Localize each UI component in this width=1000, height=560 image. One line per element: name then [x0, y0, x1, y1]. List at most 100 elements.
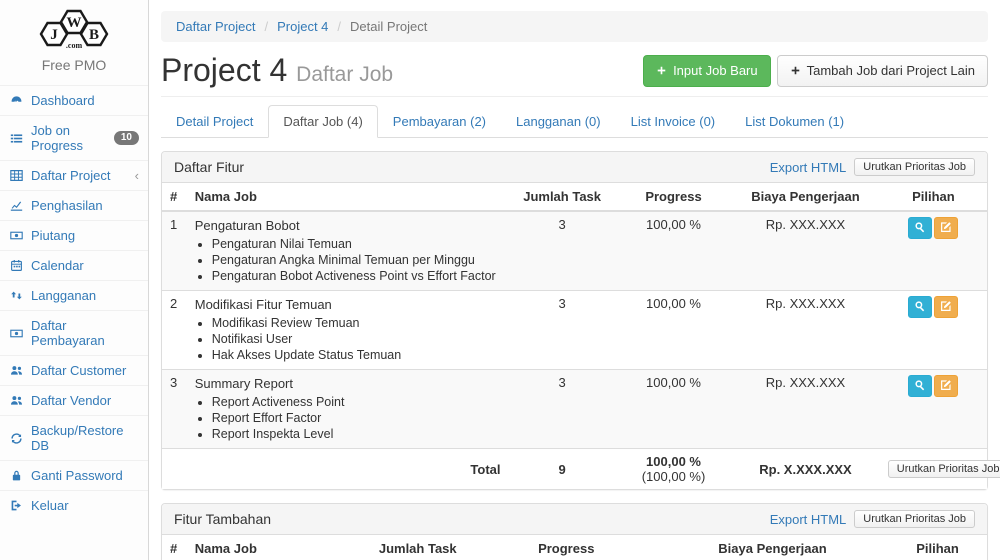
job-table: #Nama JobJumlah TaskProgressBiaya Penger… — [162, 535, 987, 560]
job-subtask-item: Pengaturan Angka Minimal Temuan per Ming… — [212, 252, 501, 268]
edit-job-button[interactable] — [934, 217, 958, 239]
breadcrumb-item-daftar-project[interactable]: Daftar Project — [176, 19, 255, 34]
edit-job-button[interactable] — [934, 296, 958, 318]
search-icon — [914, 300, 926, 315]
sort-priority-button[interactable]: Urutkan Prioritas Job — [854, 158, 975, 176]
sidebar-item-daftar-project[interactable]: Daftar Project ‹ — [0, 160, 148, 190]
sidebar-item-langganan[interactable]: Langganan — [0, 280, 148, 310]
sidebar-item-dashboard[interactable]: Dashboard — [0, 85, 148, 115]
column-header-nama-job: Nama Job — [187, 183, 509, 211]
sidebar-menu: DashboardJob on Progress10Daftar Project… — [0, 85, 148, 520]
chevron-left-icon: ‹ — [135, 169, 139, 182]
page-title-main: Project 4 — [161, 52, 287, 88]
progress-cell: 100,00 % — [616, 211, 732, 291]
view-job-button[interactable] — [908, 296, 932, 318]
job-name-cell: Pengaturan BobotPengaturan Nilai TemuanP… — [187, 211, 509, 291]
sort-priority-button[interactable]: Urutkan Prioritas Job — [888, 460, 1000, 478]
column-header-biaya-pengerjaan: Biaya Pengerjaan — [731, 183, 880, 211]
job-subtask-item: Report Activeness Point — [212, 394, 501, 410]
sidebar-item-label: Daftar Pembayaran — [31, 318, 139, 348]
plus-icon — [790, 65, 801, 76]
export-html-link[interactable]: Export HTML — [770, 512, 847, 527]
jwb-logo-icon: JWB.com — [26, 6, 122, 52]
total-cost: Rp. X.XXX.XXX — [731, 449, 880, 490]
export-html-link[interactable]: Export HTML — [770, 160, 847, 175]
sidebar-item-label: Keluar — [31, 498, 69, 513]
sidebar-item-daftar-customer[interactable]: Daftar Customer — [0, 355, 148, 385]
sidebar-item-label: Daftar Customer — [31, 363, 126, 378]
sidebar-item-label: Daftar Project — [31, 168, 110, 183]
view-job-button[interactable] — [908, 217, 932, 239]
progress-cell: 100,00 % — [616, 370, 732, 449]
panels-container: Daftar FiturExport HTMLUrutkan Prioritas… — [161, 151, 988, 560]
page-header: Project 4 Daftar Job Input Job Baru Tamba… — [161, 51, 988, 97]
edit-icon — [940, 221, 952, 236]
total-empty-cell — [162, 449, 187, 490]
sidebar-item-piutang[interactable]: Piutang — [0, 220, 148, 250]
sidebar-item-backup-restore-db[interactable]: Backup/Restore DB — [0, 415, 148, 460]
panel-heading-tools: Export HTML Urutkan Prioritas Job — [770, 158, 975, 176]
sign-out-icon — [9, 499, 24, 513]
column-header-biaya-pengerjaan: Biaya Pengerjaan — [657, 535, 888, 560]
plus-icon — [656, 65, 667, 76]
cost-cell: Rp. XXX.XXX — [731, 291, 880, 370]
input-job-baru-button[interactable]: Input Job Baru — [643, 55, 771, 87]
svg-text:J: J — [50, 27, 58, 43]
tab-langganan-0[interactable]: Langganan (0) — [501, 105, 616, 138]
calendar-icon — [9, 259, 24, 273]
lock-icon — [9, 469, 24, 483]
tab-detail-project[interactable]: Detail Project — [161, 105, 268, 138]
gauge-icon — [9, 94, 24, 108]
sort-priority-button[interactable]: Urutkan Prioritas Job — [854, 510, 975, 528]
column-header-progress: Progress — [616, 183, 732, 211]
tambah-job-dari-project-lain-button[interactable]: Tambah Job dari Project Lain — [777, 55, 988, 87]
job-subtask-list: Modifikasi Review TemuanNotifikasi UserH… — [195, 315, 501, 363]
column-header-jumlah-task: Jumlah Task — [360, 535, 476, 560]
sidebar-item-daftar-pembayaran[interactable]: Daftar Pembayaran — [0, 310, 148, 355]
actions-cell — [880, 291, 987, 370]
sidebar-item-keluar[interactable]: Keluar — [0, 490, 148, 520]
sidebar: JWB.com Free PMO DashboardJob on Progres… — [0, 0, 149, 560]
job-subtask-item: Modifikasi Review Temuan — [212, 315, 501, 331]
table-header-row: #Nama JobJumlah TaskProgressBiaya Penger… — [162, 183, 987, 211]
tab-pembayaran-2[interactable]: Pembayaran (2) — [378, 105, 501, 138]
sidebar-item-ganti-password[interactable]: Ganti Password — [0, 460, 148, 490]
task-count-cell: 3 — [509, 291, 616, 370]
money-icon — [9, 326, 24, 340]
sidebar-item-calendar[interactable]: Calendar — [0, 250, 148, 280]
column-header-pilihan: Pilihan — [880, 183, 987, 211]
job-name: Pengaturan Bobot — [195, 217, 501, 234]
tab-daftar-job-4[interactable]: Daftar Job (4) — [268, 105, 377, 138]
actions-cell — [880, 370, 987, 449]
users-icon — [9, 364, 24, 378]
search-icon — [914, 221, 926, 236]
table-row: 2Modifikasi Fitur TemuanModifikasi Revie… — [162, 291, 987, 370]
progress-cell: 100,00 % — [616, 291, 732, 370]
sidebar-item-label: Calendar — [31, 258, 84, 273]
edit-job-button[interactable] — [934, 375, 958, 397]
tab-list-invoice-0[interactable]: List Invoice (0) — [616, 105, 731, 138]
page-title: Project 4 Daftar Job — [161, 53, 393, 88]
refresh-icon — [9, 431, 24, 445]
column-header-: # — [162, 183, 187, 211]
button-label: Input Job Baru — [673, 62, 758, 80]
app-logo: JWB.com — [0, 0, 148, 55]
cost-cell: Rp. XXX.XXX — [731, 370, 880, 449]
breadcrumb-item-project-4[interactable]: Project 4 — [277, 19, 328, 34]
sidebar-item-label: Penghasilan — [31, 198, 103, 213]
header-buttons: Input Job Baru Tambah Job dari Project La… — [643, 55, 988, 87]
tab-list-dokumen-1[interactable]: List Dokumen (1) — [730, 105, 859, 138]
job-table: #Nama JobJumlah TaskProgressBiaya Penger… — [162, 183, 987, 489]
panel-daftar-fitur: Daftar FiturExport HTMLUrutkan Prioritas… — [161, 151, 988, 490]
sidebar-item-job-on-progress[interactable]: Job on Progress10 — [0, 115, 148, 160]
list-icon — [9, 131, 24, 145]
cost-cell: Rp. XXX.XXX — [731, 211, 880, 291]
sidebar-item-daftar-vendor[interactable]: Daftar Vendor — [0, 385, 148, 415]
breadcrumb-item-detail-project: Detail Project — [350, 19, 427, 34]
task-count-cell: 3 — [509, 370, 616, 449]
sidebar-item-penghasilan[interactable]: Penghasilan — [0, 190, 148, 220]
view-job-button[interactable] — [908, 375, 932, 397]
total-progress-value: 100,00 % — [646, 454, 701, 469]
job-name-cell: Summary ReportReport Activeness PointRep… — [187, 370, 509, 449]
column-header-nama-job: Nama Job — [187, 535, 360, 560]
